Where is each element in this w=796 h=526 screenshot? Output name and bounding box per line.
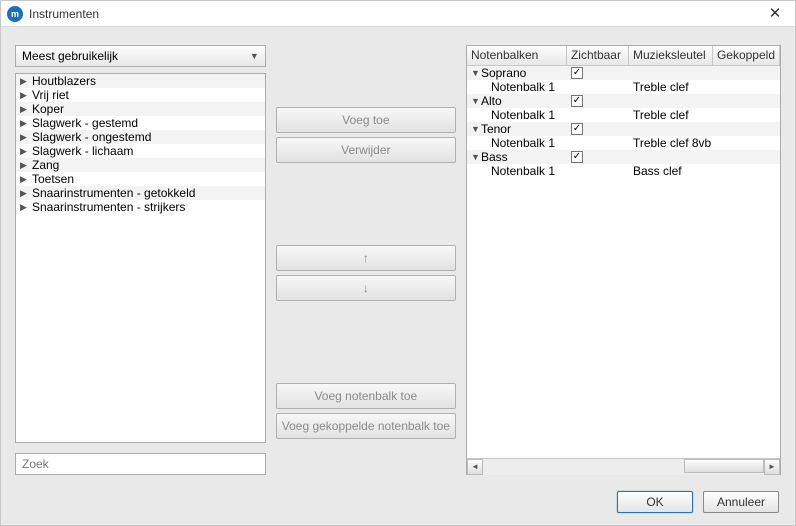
table-row[interactable]: ▼Tenor ✓ [467, 122, 780, 136]
staff-name: Notenbalk 1 [491, 164, 555, 178]
visible-checkbox[interactable]: ✓ [571, 95, 583, 107]
cancel-button[interactable]: Annuleer [703, 491, 779, 513]
caret-right-icon: ▶ [20, 202, 32, 213]
move-up-button[interactable]: ↑ [276, 245, 456, 271]
scroll-left-icon[interactable]: ◄ [467, 459, 483, 475]
clef-value: Treble clef 8vb [633, 136, 711, 150]
category-label: Toetsen [32, 172, 74, 186]
caret-right-icon: ▶ [20, 174, 32, 185]
search-container [15, 453, 266, 475]
middle-column: Voeg toe Verwijder ↑ ↓ Voeg notenbalk to… [276, 45, 456, 475]
caret-down-icon: ▼ [471, 96, 481, 106]
caret-right-icon: ▶ [20, 146, 32, 157]
category-item[interactable]: ▶Snaarinstrumenten - strijkers [16, 200, 265, 214]
category-filter-value: Meest gebruikelijk [22, 49, 118, 63]
category-item[interactable]: ▶Koper [16, 102, 265, 116]
category-filter-combo[interactable]: Meest gebruikelijk ▼ [15, 45, 266, 67]
category-item[interactable]: ▶Toetsen [16, 172, 265, 186]
table-row[interactable]: ▼Alto ✓ [467, 94, 780, 108]
caret-right-icon: ▶ [20, 76, 32, 87]
category-label: Vrij riet [32, 88, 69, 102]
search-input[interactable] [15, 453, 266, 475]
staff-name: Notenbalk 1 [491, 136, 555, 150]
window-title: Instrumenten [29, 7, 761, 21]
voice-name: Soprano [481, 66, 526, 80]
right-column: Notenbalken Zichtbaar Muzieksleutel Geko… [466, 45, 781, 475]
category-label: Koper [32, 102, 64, 116]
table-body[interactable]: ▼Soprano✓Notenbalk 1Treble clef▼Alto✓Not… [467, 66, 780, 458]
ok-button[interactable]: OK [617, 491, 693, 513]
category-item[interactable]: ▶Houtblazers [16, 74, 265, 88]
chevron-down-icon: ▼ [250, 51, 259, 61]
add-button[interactable]: Voeg toe [276, 107, 456, 133]
caret-right-icon: ▶ [20, 188, 32, 199]
add-linked-staff-button[interactable]: Voeg gekoppelde notenbalk toe [276, 413, 456, 439]
category-label: Snaarinstrumenten - getokkeld [32, 186, 195, 200]
table-row[interactable]: Notenbalk 1 Treble clef [467, 108, 780, 122]
scroll-track[interactable] [483, 459, 764, 475]
staff-name: Notenbalk 1 [491, 108, 555, 122]
visible-checkbox[interactable]: ✓ [571, 151, 583, 163]
caret-right-icon: ▶ [20, 90, 32, 101]
table-header: Notenbalken Zichtbaar Muzieksleutel Geko… [467, 46, 780, 66]
category-item[interactable]: ▶Zang [16, 158, 265, 172]
caret-right-icon: ▶ [20, 160, 32, 171]
category-label: Slagwerk - ongestemd [32, 130, 151, 144]
dialog-footer: OK Annuleer [1, 485, 795, 525]
instrument-category-tree[interactable]: ▶Houtblazers▶Vrij riet▶Koper▶Slagwerk - … [15, 73, 266, 443]
col-linked[interactable]: Gekoppeld [713, 46, 780, 65]
scroll-thumb[interactable] [684, 459, 764, 473]
staff-name: Notenbalk 1 [491, 80, 555, 94]
table-row[interactable]: Notenbalk 1 Treble clef 8vb [467, 136, 780, 150]
visible-checkbox[interactable]: ✓ [571, 123, 583, 135]
horizontal-scrollbar[interactable]: ◄ ► [467, 458, 780, 474]
dialog-content: Meest gebruikelijk ▼ ▶Houtblazers▶Vrij r… [1, 27, 795, 485]
caret-right-icon: ▶ [20, 104, 32, 115]
clef-value: Treble clef [633, 80, 689, 94]
category-item[interactable]: ▶Slagwerk - gestemd [16, 116, 265, 130]
table-row[interactable]: Notenbalk 1 Bass clef [467, 164, 780, 178]
titlebar: m Instrumenten ✕ [1, 1, 795, 27]
category-label: Houtblazers [32, 74, 96, 88]
col-clef[interactable]: Muzieksleutel [629, 46, 713, 65]
left-column: Meest gebruikelijk ▼ ▶Houtblazers▶Vrij r… [15, 45, 266, 475]
table-row[interactable]: ▼Soprano ✓ [467, 66, 780, 80]
move-down-button[interactable]: ↓ [276, 275, 456, 301]
caret-right-icon: ▶ [20, 132, 32, 143]
category-item[interactable]: ▶Slagwerk - lichaam [16, 144, 265, 158]
category-label: Slagwerk - lichaam [32, 144, 133, 158]
table-row[interactable]: Notenbalk 1 Treble clef [467, 80, 780, 94]
add-staff-button[interactable]: Voeg notenbalk toe [276, 383, 456, 409]
category-item[interactable]: ▶Vrij riet [16, 88, 265, 102]
clef-value: Bass clef [633, 164, 682, 178]
voice-name: Tenor [481, 122, 511, 136]
category-label: Snaarinstrumenten - strijkers [32, 200, 185, 214]
col-staves[interactable]: Notenbalken [467, 46, 567, 65]
app-icon: m [7, 6, 23, 22]
caret-right-icon: ▶ [20, 118, 32, 129]
category-label: Slagwerk - gestemd [32, 116, 138, 130]
caret-down-icon: ▼ [471, 124, 481, 134]
staves-table: Notenbalken Zichtbaar Muzieksleutel Geko… [466, 45, 781, 475]
category-item[interactable]: ▶Slagwerk - ongestemd [16, 130, 265, 144]
col-visible[interactable]: Zichtbaar [567, 46, 629, 65]
table-row[interactable]: ▼Bass ✓ [467, 150, 780, 164]
category-item[interactable]: ▶Snaarinstrumenten - getokkeld [16, 186, 265, 200]
caret-down-icon: ▼ [471, 152, 481, 162]
remove-button[interactable]: Verwijder [276, 137, 456, 163]
voice-name: Alto [481, 94, 502, 108]
scroll-right-icon[interactable]: ► [764, 459, 780, 475]
visible-checkbox[interactable]: ✓ [571, 67, 583, 79]
close-icon[interactable]: ✕ [761, 6, 789, 22]
caret-down-icon: ▼ [471, 68, 481, 78]
voice-name: Bass [481, 150, 508, 164]
category-label: Zang [32, 158, 59, 172]
clef-value: Treble clef [633, 108, 689, 122]
